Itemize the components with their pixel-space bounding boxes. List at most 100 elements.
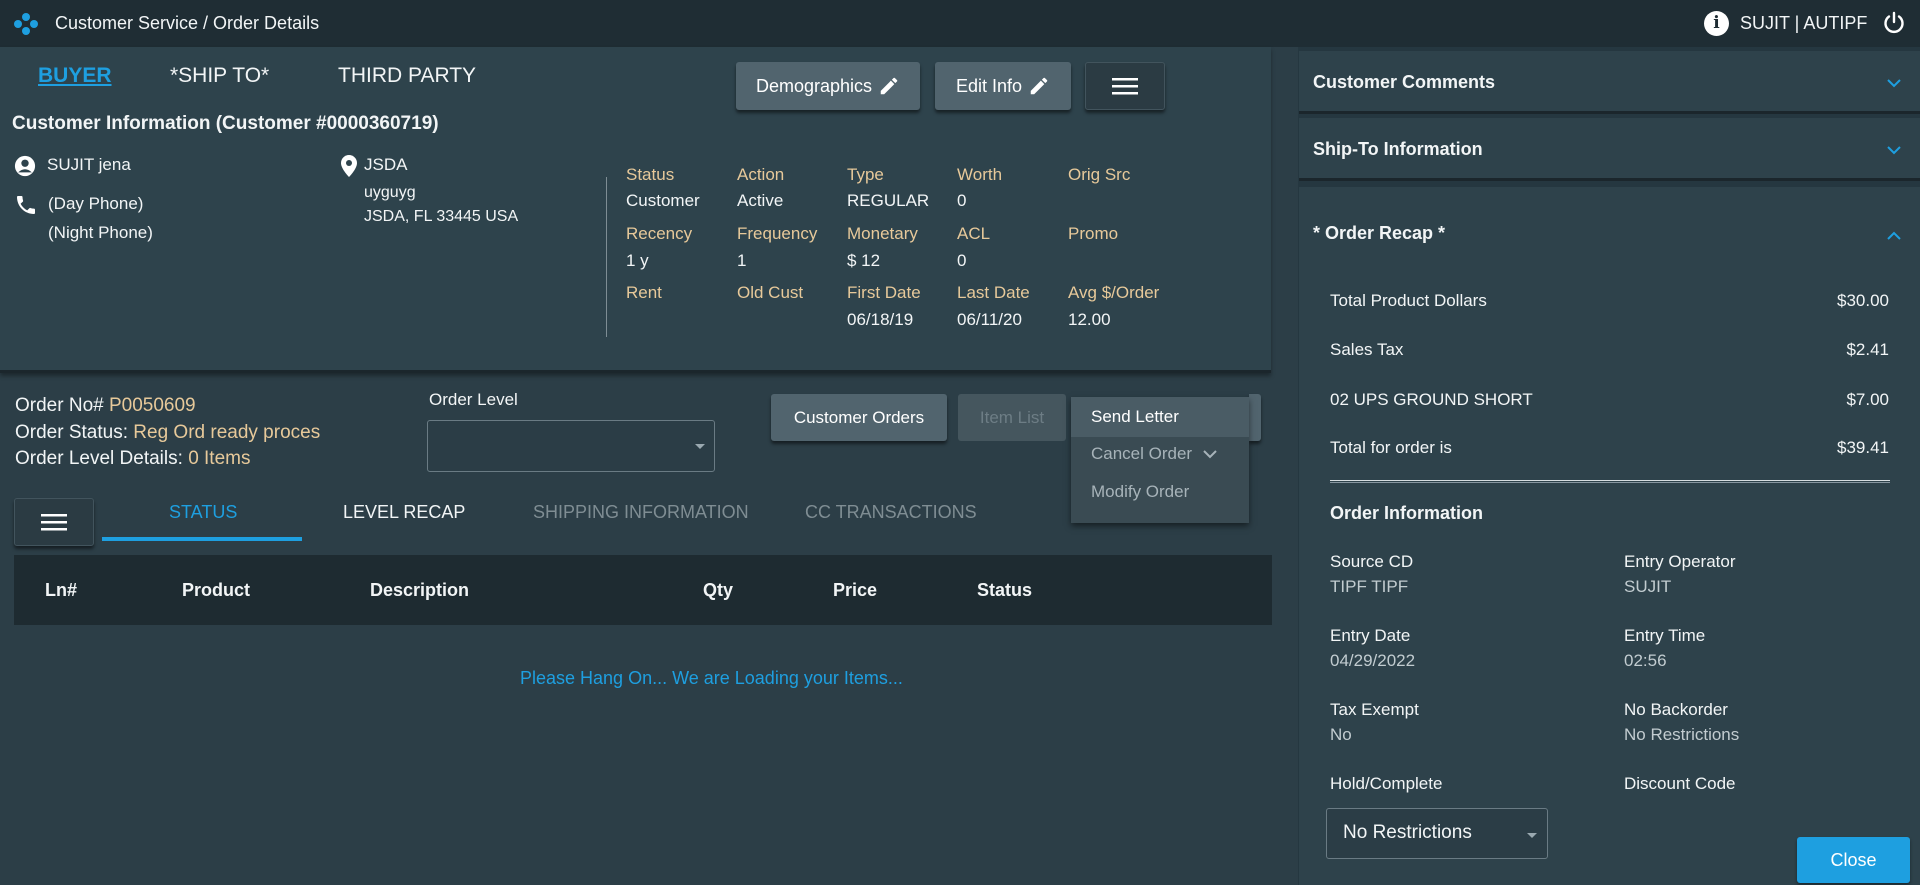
ship-to-title: Ship-To Information bbox=[1313, 139, 1483, 159]
column-price: Price bbox=[833, 580, 878, 600]
oi-value-entry-time: 02:56 bbox=[1624, 651, 1667, 670]
order-status-label: Order Status: bbox=[15, 422, 128, 443]
customer-menu-button[interactable] bbox=[1085, 62, 1165, 110]
tab-status[interactable]: STATUS bbox=[169, 502, 237, 523]
customer-comments-title: Customer Comments bbox=[1313, 72, 1496, 92]
oi-label-tax-exempt: Tax Exempt bbox=[1330, 700, 1419, 719]
stat-value-avg-order: 12.00 bbox=[1068, 310, 1111, 329]
app-logo-icon bbox=[14, 13, 38, 35]
order-number-value: P0050609 bbox=[108, 395, 196, 416]
demographics-button[interactable]: Demographics bbox=[736, 62, 920, 110]
column-description: Description bbox=[370, 580, 470, 600]
breadcrumb: Customer Service / Order Details bbox=[55, 13, 320, 33]
stat-label-frequency: Frequency bbox=[737, 224, 818, 243]
stat-value-monetary: $ 12 bbox=[847, 251, 881, 270]
hold-complete-select[interactable]: No Restrictions bbox=[1326, 808, 1548, 859]
day-phone: (Day Phone) bbox=[48, 194, 144, 213]
night-phone: (Night Phone) bbox=[48, 223, 153, 242]
tab-cc-transactions[interactable]: CC TRANSACTIONS bbox=[805, 502, 977, 523]
oi-value-entry-date: 04/29/2022 bbox=[1330, 651, 1416, 670]
stat-label-last-date: Last Date bbox=[957, 283, 1030, 302]
oi-value-tax-exempt: No bbox=[1330, 725, 1352, 744]
stat-label-status: Status bbox=[626, 165, 675, 184]
stat-label-monetary: Monetary bbox=[847, 224, 918, 243]
info-icon[interactable]: i bbox=[1704, 11, 1729, 36]
column-ln: Ln# bbox=[45, 580, 78, 600]
close-button[interactable]: Close bbox=[1797, 837, 1910, 883]
oi-label-entry-date: Entry Date bbox=[1330, 626, 1411, 645]
tab-buyer[interactable]: BUYER bbox=[38, 64, 112, 88]
power-icon[interactable] bbox=[1882, 11, 1906, 35]
action-menu-button[interactable] bbox=[1249, 394, 1261, 441]
tab-ship-to[interactable]: *SHIP TO* bbox=[170, 64, 269, 88]
person-icon bbox=[14, 155, 36, 177]
stat-label-type: Type bbox=[847, 165, 884, 184]
ship-to-accordion[interactable]: Ship-To Information bbox=[1299, 118, 1920, 181]
column-status: Status bbox=[977, 580, 1033, 600]
demographics-label: Demographics bbox=[755, 75, 873, 96]
oi-label-discount-code: Discount Code bbox=[1624, 774, 1736, 793]
pencil-icon bbox=[880, 77, 898, 95]
loading-message: Please Hang On... We are Loading your It… bbox=[520, 668, 903, 688]
address-line2: JSDA, FL 33445 USA bbox=[364, 208, 519, 225]
customer-name: SUJIT jena bbox=[47, 155, 131, 174]
stat-value-frequency: 1 bbox=[737, 251, 747, 270]
order-level-select[interactable] bbox=[427, 420, 715, 472]
items-table-header: Ln# Product Description Qty Price Status bbox=[14, 555, 1272, 625]
hamburger-icon bbox=[41, 514, 67, 531]
tab-third-party[interactable]: THIRD PARTY bbox=[338, 64, 476, 88]
pencil-icon bbox=[1030, 77, 1048, 95]
menu-item-send-letter[interactable]: Send Letter bbox=[1071, 397, 1249, 437]
menu-item-cancel-order-label: Cancel Order bbox=[1091, 444, 1193, 463]
order-number-label: Order No# bbox=[15, 395, 104, 416]
order-action-menu: Send Letter Cancel Order Modify Order bbox=[1071, 397, 1249, 523]
item-list-button[interactable]: Item List bbox=[958, 394, 1066, 441]
stat-value-worth: 0 bbox=[957, 191, 967, 210]
recap-divider bbox=[1330, 480, 1890, 483]
chevron-down-icon bbox=[695, 444, 705, 449]
oi-label-source-cd: Source CD bbox=[1330, 552, 1414, 571]
location-pin-icon bbox=[341, 155, 357, 177]
oi-label-no-backorder: No Backorder bbox=[1624, 700, 1728, 719]
recap-label-sales-tax: Sales Tax bbox=[1330, 340, 1404, 359]
order-menu-button[interactable] bbox=[14, 498, 94, 546]
oi-label-entry-time: Entry Time bbox=[1624, 626, 1706, 645]
oi-label-entry-operator: Entry Operator bbox=[1624, 552, 1736, 571]
stat-label-old-cust: Old Cust bbox=[737, 283, 804, 302]
menu-item-cancel-order[interactable]: Cancel Order bbox=[1091, 444, 1217, 464]
stat-value-first-date: 06/18/19 bbox=[847, 310, 914, 329]
chevron-down-icon bbox=[1527, 833, 1537, 838]
stat-label-action: Action bbox=[737, 165, 785, 184]
address-name: JSDA bbox=[364, 155, 408, 174]
order-level-details: Order Level Details: 0 Items bbox=[15, 448, 251, 470]
order-recap-title[interactable]: * Order Recap * bbox=[1313, 223, 1445, 244]
oi-value-entry-operator: SUJIT bbox=[1624, 577, 1672, 596]
oi-label-hold-complete: Hold/Complete bbox=[1330, 774, 1443, 793]
tab-level-recap[interactable]: LEVEL RECAP bbox=[343, 502, 465, 523]
chevron-up-icon[interactable] bbox=[1886, 228, 1902, 244]
user-label: SUJIT | AUTIPF bbox=[1740, 13, 1868, 33]
customer-comments-accordion[interactable]: Customer Comments bbox=[1299, 51, 1920, 114]
stat-label-recency: Recency bbox=[626, 224, 693, 243]
chevron-down-icon bbox=[1887, 146, 1901, 155]
column-product: Product bbox=[182, 580, 251, 600]
stat-value-last-date: 06/11/20 bbox=[957, 310, 1022, 329]
stat-label-avg-order: Avg $/Order bbox=[1068, 283, 1160, 302]
order-level-details-label: Order Level Details: bbox=[15, 448, 183, 469]
stat-label-worth: Worth bbox=[957, 165, 1003, 184]
tab-shipping-information[interactable]: SHIPPING INFORMATION bbox=[533, 502, 749, 523]
menu-item-modify-order[interactable]: Modify Order bbox=[1091, 482, 1189, 502]
stat-label-orig-src: Orig Src bbox=[1068, 165, 1131, 184]
stat-value-acl: 0 bbox=[957, 251, 967, 270]
customer-orders-button[interactable]: Customer Orders bbox=[771, 394, 947, 441]
active-tab-indicator bbox=[102, 537, 302, 541]
recap-label-product-dollars: Total Product Dollars bbox=[1330, 291, 1487, 310]
oi-value-no-backorder: No Restrictions bbox=[1624, 725, 1740, 744]
address-line1: uyguyg bbox=[364, 184, 416, 201]
recap-label-total: Total for order is bbox=[1330, 438, 1452, 457]
hold-complete-select-value: No Restrictions bbox=[1343, 822, 1472, 843]
stat-value-recency: 1 y bbox=[626, 251, 649, 270]
edit-info-button[interactable]: Edit Info bbox=[935, 62, 1071, 110]
stat-label-promo: Promo bbox=[1068, 224, 1119, 243]
recap-amount-total: $39.41 bbox=[1837, 438, 1889, 457]
